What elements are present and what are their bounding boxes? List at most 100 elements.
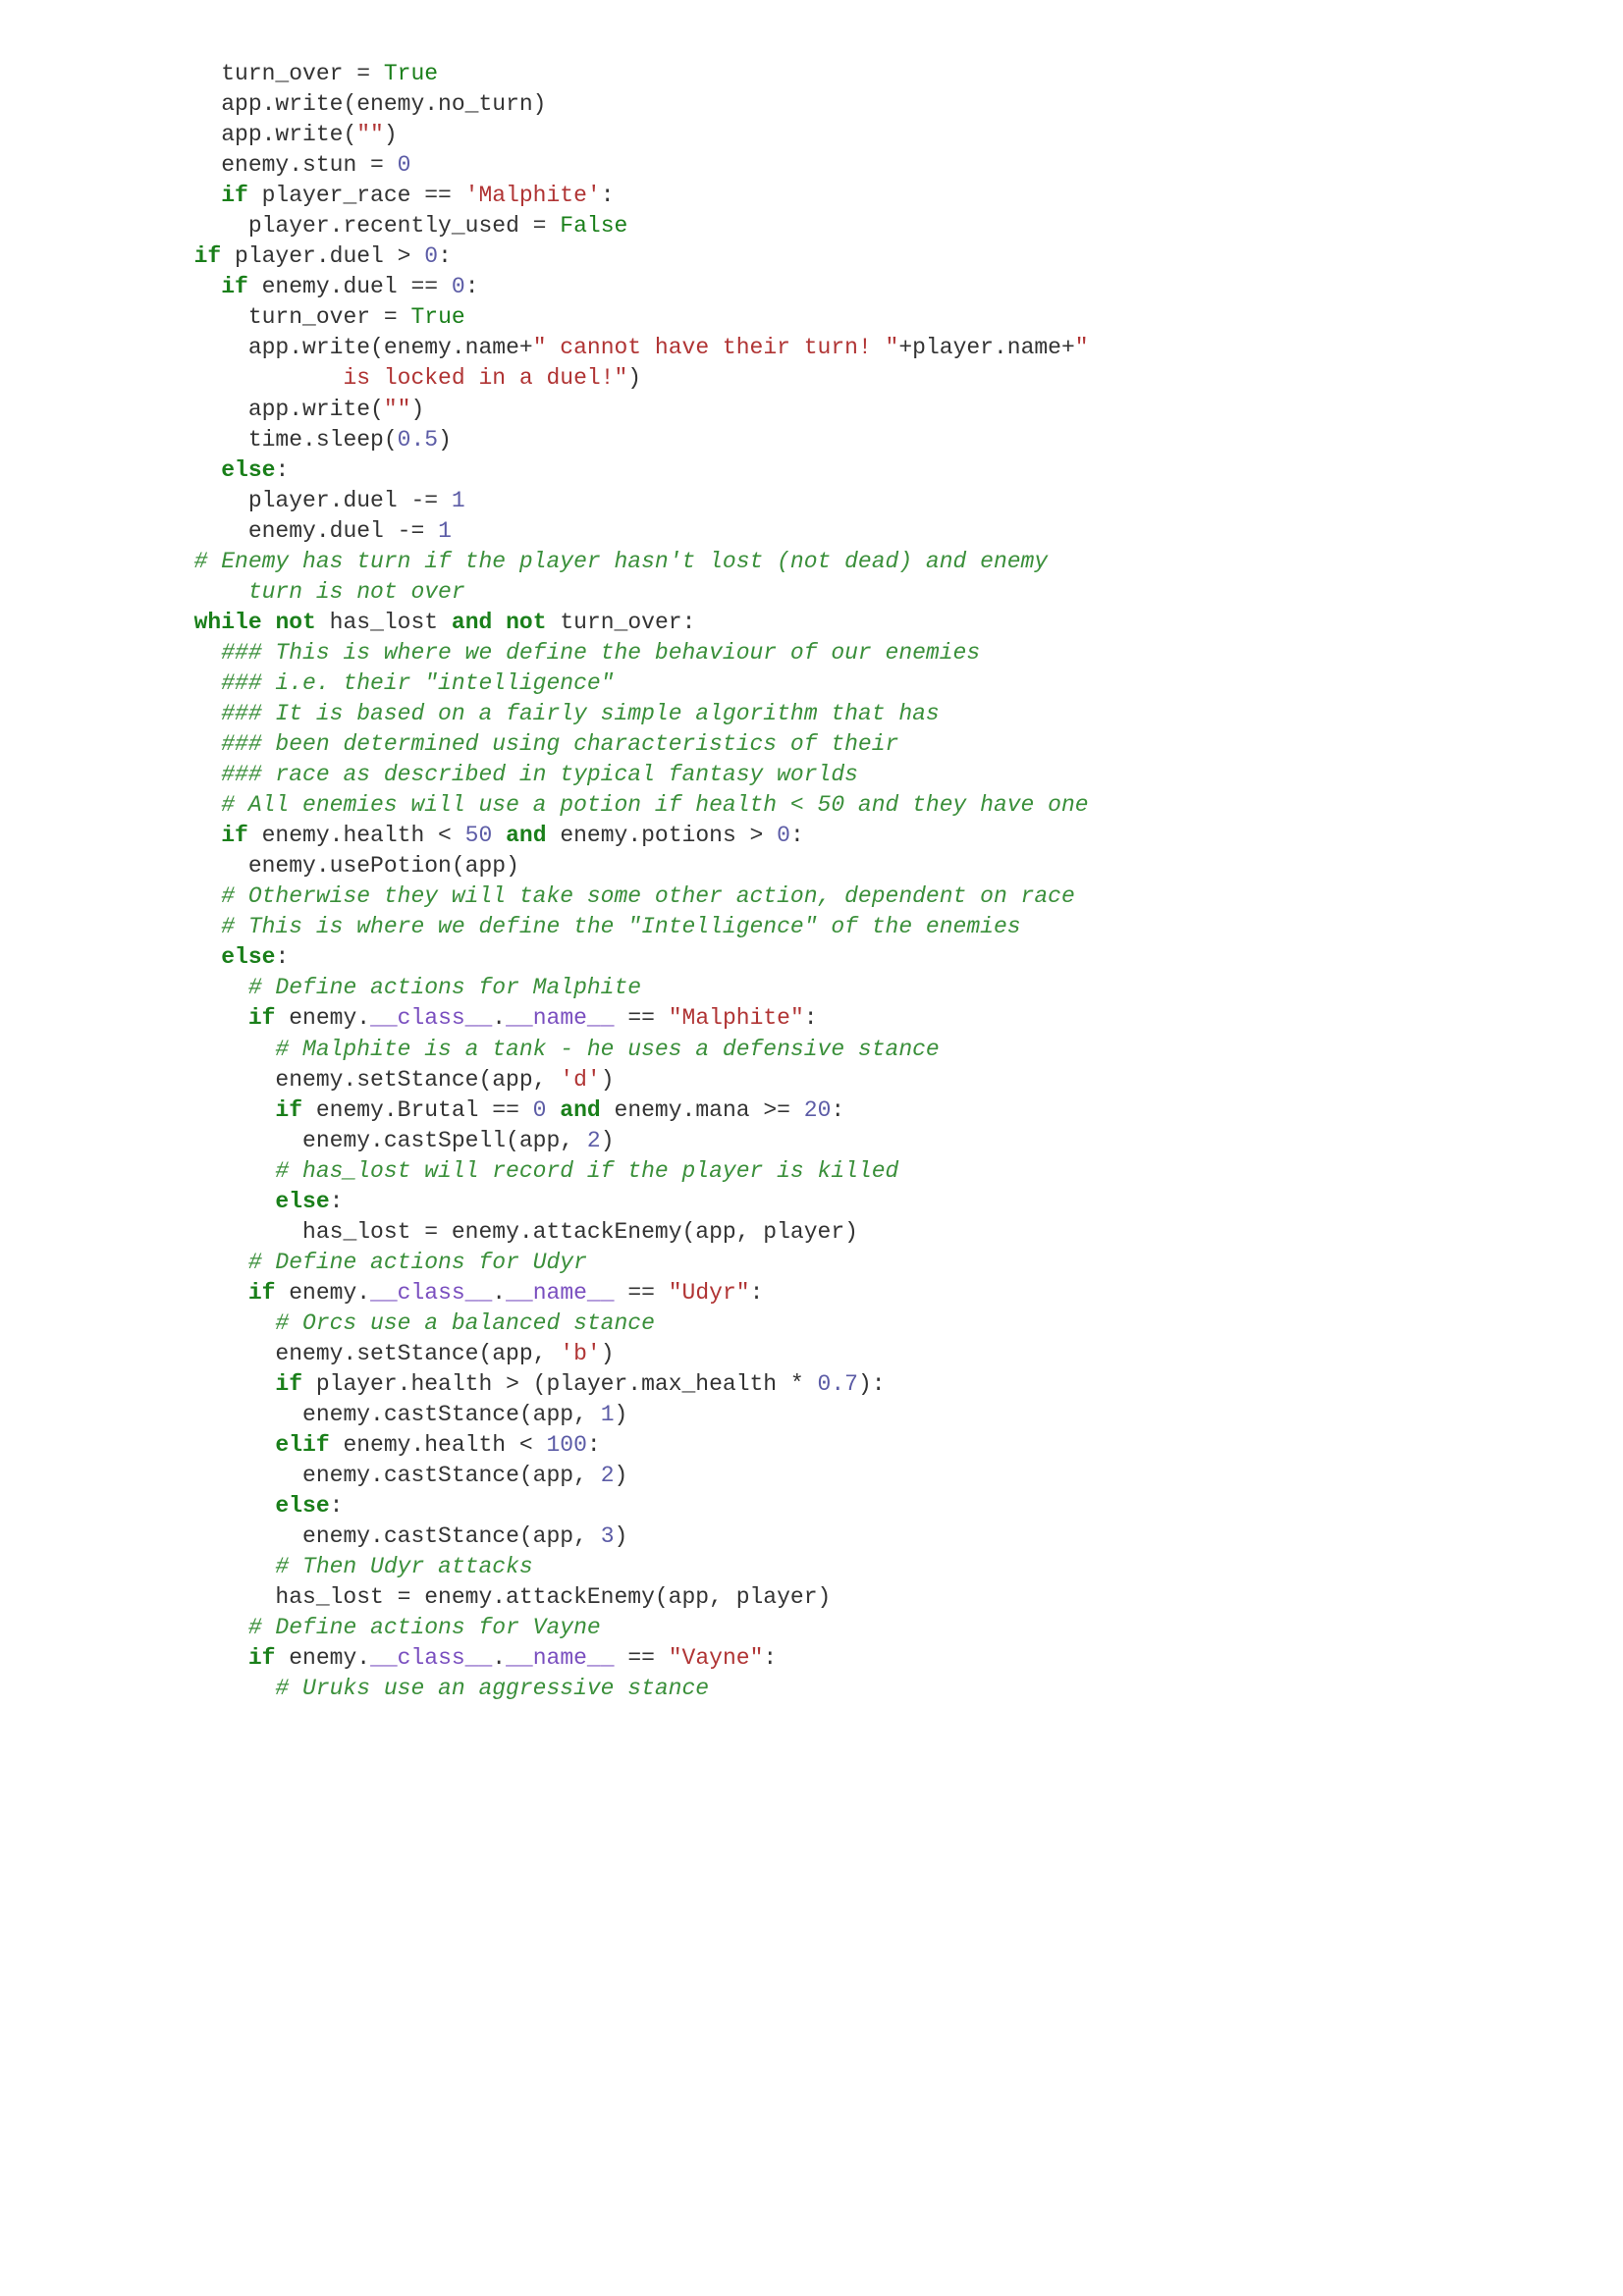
- token-str: 'b': [560, 1341, 600, 1366]
- token-kw: if: [248, 1280, 276, 1306]
- token-kw: if: [221, 823, 248, 848]
- token-plain: [492, 823, 506, 848]
- code-line: if enemy.__class__.__name__ == "Udyr":: [167, 1278, 1456, 1308]
- token-str: 'd': [560, 1067, 600, 1093]
- token-plain: enemy.duel ==: [248, 274, 452, 299]
- token-plain: :: [763, 1645, 777, 1671]
- code-line: # Enemy has turn if the player hasn't lo…: [167, 547, 1456, 577]
- code-line: # Uruks use an aggressive stance: [167, 1674, 1456, 1704]
- token-cmt: turn is not over: [248, 579, 465, 605]
- token-plain: ): [615, 1402, 628, 1427]
- code-line: player.recently_used = False: [167, 211, 1456, 241]
- token-plain: enemy.potions >: [547, 823, 778, 848]
- token-kw: and: [452, 610, 492, 635]
- code-line: has_lost = enemy.attackEnemy(app, player…: [167, 1217, 1456, 1248]
- token-plain: enemy.castSpell(app,: [302, 1128, 587, 1153]
- token-num: 50: [465, 823, 493, 848]
- token-plain: enemy.castStance(app,: [302, 1463, 601, 1488]
- code-line: if enemy.__class__.__name__ == "Malphite…: [167, 1003, 1456, 1034]
- token-plain: :: [438, 243, 452, 269]
- token-plain: +player.name+: [898, 335, 1074, 360]
- code-line: enemy.usePotion(app): [167, 851, 1456, 881]
- token-sp: __class__: [370, 1645, 492, 1671]
- token-sp: __class__: [370, 1280, 492, 1306]
- token-plain: has_lost: [316, 610, 452, 635]
- token-plain: ): [384, 122, 398, 147]
- code-line: else:: [167, 1187, 1456, 1217]
- token-str: "Malphite": [669, 1005, 804, 1031]
- token-kw: if: [221, 274, 248, 299]
- code-line: # Define actions for Vayne: [167, 1613, 1456, 1643]
- token-str: "Vayne": [669, 1645, 764, 1671]
- token-kw: elif: [275, 1432, 329, 1458]
- token-sp: __name__: [506, 1280, 614, 1306]
- token-plain: .: [492, 1645, 506, 1671]
- token-plain: ==: [615, 1005, 669, 1031]
- token-cmt: # Define actions for Malphite: [248, 975, 641, 1000]
- token-kw: else: [221, 457, 275, 483]
- token-kw: and: [506, 823, 546, 848]
- token-str: "": [384, 397, 411, 422]
- token-sp: __name__: [506, 1645, 614, 1671]
- token-plain: turn_over =: [248, 304, 411, 330]
- token-num: 0: [424, 243, 438, 269]
- code-line: if player.health > (player.max_health * …: [167, 1369, 1456, 1400]
- token-kw: if: [194, 243, 222, 269]
- code-line: app.write(enemy.name+" cannot have their…: [167, 333, 1456, 363]
- code-line: has_lost = enemy.attackEnemy(app, player…: [167, 1582, 1456, 1613]
- token-plain: enemy.health <: [248, 823, 465, 848]
- token-num: 0.7: [818, 1371, 858, 1397]
- token-bi: False: [560, 213, 627, 239]
- token-plain: [546, 1097, 560, 1123]
- token-plain: :: [587, 1432, 601, 1458]
- token-num: 0: [398, 152, 411, 178]
- token-num: 1: [601, 1402, 615, 1427]
- code-line: ### This is where we define the behaviou…: [167, 638, 1456, 668]
- token-plain: ): [615, 1463, 628, 1488]
- code-line: time.sleep(0.5): [167, 425, 1456, 455]
- token-plain: enemy.: [275, 1645, 370, 1671]
- code-line: elif enemy.health < 100:: [167, 1430, 1456, 1461]
- token-plain: enemy.mana >=: [601, 1097, 804, 1123]
- code-line: # Then Udyr attacks: [167, 1552, 1456, 1582]
- code-line: enemy.castStance(app, 3): [167, 1522, 1456, 1552]
- token-kw: else: [275, 1493, 329, 1519]
- token-plain: app.write(: [248, 397, 384, 422]
- token-plain: time.sleep(: [248, 427, 398, 453]
- token-plain: ):: [858, 1371, 886, 1397]
- token-plain: [492, 610, 506, 635]
- code-line: app.write(""): [167, 395, 1456, 425]
- token-plain: app.write(: [221, 122, 356, 147]
- token-str: ": [1075, 335, 1089, 360]
- code-line: if player_race == 'Malphite':: [167, 181, 1456, 211]
- token-plain: enemy.health <: [330, 1432, 547, 1458]
- code-line: else:: [167, 1491, 1456, 1522]
- token-plain: enemy.stun =: [221, 152, 397, 178]
- token-sp: __class__: [370, 1005, 492, 1031]
- token-bi: True: [384, 61, 438, 86]
- code-line: # This is where we define the "Intellige…: [167, 912, 1456, 942]
- token-plain: :: [330, 1189, 344, 1214]
- token-kw: if: [248, 1005, 276, 1031]
- token-num: 2: [601, 1463, 615, 1488]
- token-cmt: # Otherwise they will take some other ac…: [221, 883, 1075, 909]
- token-cmt: # Orcs use a balanced stance: [275, 1310, 654, 1336]
- code-line: # Orcs use a balanced stance: [167, 1308, 1456, 1339]
- token-cmt: # Then Udyr attacks: [275, 1554, 532, 1579]
- code-line: is locked in a duel!"): [167, 363, 1456, 394]
- token-cmt: ### This is where we define the behaviou…: [221, 640, 980, 666]
- token-plain: .: [492, 1005, 506, 1031]
- token-plain: has_lost = enemy.attackEnemy(app, player…: [275, 1584, 831, 1610]
- token-cmt: # All enemies will use a potion if healt…: [221, 792, 1088, 818]
- token-plain: :: [465, 274, 479, 299]
- token-cmt: ### i.e. their "intelligence": [221, 670, 614, 696]
- token-cmt: # This is where we define the "Intellige…: [221, 914, 1020, 939]
- token-cmt: # Define actions for Vayne: [248, 1615, 601, 1640]
- token-num: 20: [804, 1097, 832, 1123]
- token-kw: while: [194, 610, 262, 635]
- code-line: turn_over = True: [167, 302, 1456, 333]
- token-plain: ): [438, 427, 452, 453]
- code-line: app.write(enemy.no_turn): [167, 89, 1456, 120]
- code-line: # All enemies will use a potion if healt…: [167, 790, 1456, 821]
- code-line: turn_over = True: [167, 59, 1456, 89]
